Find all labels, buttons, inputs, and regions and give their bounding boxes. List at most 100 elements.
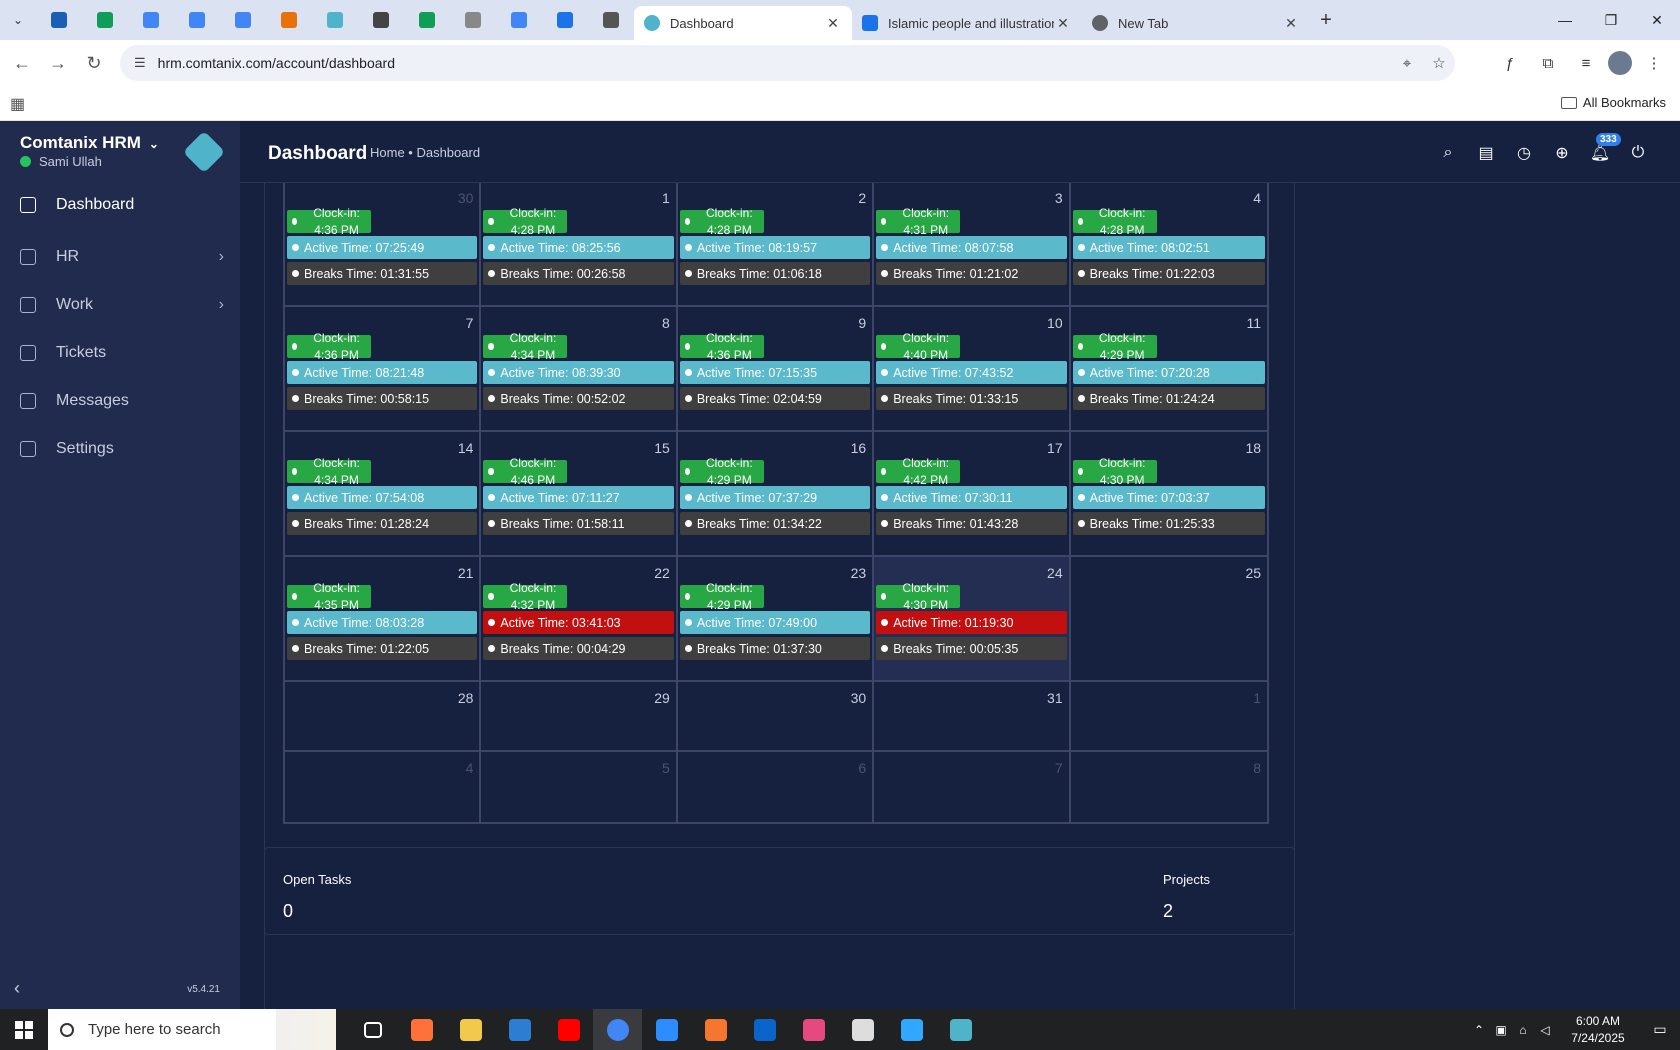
active-time-event[interactable]: Active Time: 07:43:52 xyxy=(876,361,1067,384)
calendar-day-cell[interactable]: 5 xyxy=(481,752,678,822)
forward-icon[interactable]: → xyxy=(40,53,76,74)
calendar-day-cell[interactable]: 3 Clock-in: 4:31 PM Active Time: 08:07:58 B… xyxy=(874,183,1071,305)
bell-icon[interactable]: 🔔︎ 333 xyxy=(1588,133,1621,165)
breaks-time-event[interactable]: Breaks Time: 00:26:58 xyxy=(483,262,674,285)
pinned-tab[interactable] xyxy=(266,0,312,40)
sidebar-item-dashboard[interactable]: Dashboard xyxy=(0,181,240,229)
device-icon[interactable]: ▣ xyxy=(1490,1023,1512,1037)
breaks-time-event[interactable]: Breaks Time: 01:06:18 xyxy=(679,262,871,285)
calendar-day-cell[interactable]: 8 Clock-in: 4:34 PM Active Time: 08:39:30 B… xyxy=(481,307,678,430)
site-info-icon[interactable]: ☰ xyxy=(134,55,146,71)
pinned-tab[interactable] xyxy=(358,0,404,40)
new-tab-button[interactable]: + xyxy=(1310,9,1342,32)
clock-in-event[interactable]: Clock-in: 4:30 PM xyxy=(1072,456,1157,487)
pinned-tab[interactable] xyxy=(496,0,542,40)
calendar-day-cell[interactable]: 31 xyxy=(874,682,1071,750)
calendar-day-cell[interactable]: 11 Clock-in: 4:29 PM Active Time: 07:20:28… xyxy=(1071,307,1267,430)
taskbar-app-icon[interactable] xyxy=(642,1009,691,1050)
pinned-tab[interactable] xyxy=(174,0,220,40)
projects-stat[interactable]: Projects 2 xyxy=(1163,872,1210,922)
active-time-event[interactable]: Active Time: 07:30:11 xyxy=(876,486,1067,509)
collapse-sidebar-icon[interactable]: ‹ xyxy=(14,978,20,999)
brand-switcher[interactable]: Comtanix HRM ⌄ xyxy=(20,133,159,153)
breaks-time-event[interactable]: Breaks Time: 01:37:30 xyxy=(679,637,871,660)
pinned-tab[interactable] xyxy=(36,0,82,40)
chevron-up-icon[interactable]: ⌃ xyxy=(1468,1023,1490,1037)
clock-icon[interactable]: ◷ xyxy=(1512,141,1536,165)
back-icon[interactable]: ← xyxy=(4,53,40,74)
breaks-time-event[interactable]: Breaks Time: 01:28:24 xyxy=(287,512,478,535)
pinned-tab[interactable] xyxy=(312,0,358,40)
taskbar-app-icon[interactable] xyxy=(397,1009,446,1050)
calendar-day-cell[interactable]: 4 Clock-in: 4:28 PM Active Time: 08:02:51 B… xyxy=(1071,183,1267,305)
clock-in-event[interactable]: Clock-in: 4:28 PM xyxy=(679,206,764,237)
taskbar-app-icon[interactable] xyxy=(740,1009,789,1050)
clock-in-event[interactable]: Clock-in: 4:42 PM xyxy=(876,456,961,487)
active-time-event[interactable]: Active Time: 07:20:28 xyxy=(1072,361,1266,384)
profile-avatar[interactable] xyxy=(1608,51,1632,75)
breaks-time-event[interactable]: Breaks Time: 00:52:02 xyxy=(483,387,674,410)
all-bookmarks-button[interactable]: All Bookmarks xyxy=(1560,95,1666,110)
active-time-event[interactable]: Active Time: 07:54:08 xyxy=(287,486,478,509)
pinned-tab[interactable] xyxy=(588,0,634,40)
media-icon[interactable]: ≡ xyxy=(1570,48,1602,78)
task-view-icon[interactable] xyxy=(348,1009,397,1050)
calendar-day-cell[interactable]: 9 Clock-in: 4:36 PM Active Time: 07:15:35 B… xyxy=(678,307,875,430)
clock-in-event[interactable]: Clock-in: 4:30 PM xyxy=(876,581,961,612)
bookmark-star-icon[interactable]: ☆ xyxy=(1423,54,1455,72)
clock-in-event[interactable]: Clock-in: 4:28 PM xyxy=(483,206,568,237)
volume-icon[interactable]: ◁ xyxy=(1534,1023,1556,1037)
active-time-event[interactable]: Active Time: 08:07:58 xyxy=(876,236,1067,259)
sidebar-item-work[interactable]: Work › xyxy=(0,281,240,329)
breaks-time-event[interactable]: Breaks Time: 00:58:15 xyxy=(287,387,478,410)
restore-icon[interactable]: ❐ xyxy=(1588,0,1634,40)
calendar-day-cell[interactable]: 14 Clock-in: 4:34 PM Active Time: 07:54:08… xyxy=(285,432,482,555)
active-time-event[interactable]: Active Time: 07:15:35 xyxy=(679,361,871,384)
taskbar-app-icon[interactable] xyxy=(544,1009,593,1050)
active-time-event[interactable]: Active Time: 07:03:37 xyxy=(1072,486,1266,509)
calendar-day-cell[interactable]: 28 xyxy=(285,682,482,750)
taskbar-app-icon[interactable] xyxy=(446,1009,495,1050)
pinned-tab[interactable] xyxy=(82,0,128,40)
clock-in-event[interactable]: Clock-in: 4:32 PM xyxy=(483,581,568,612)
breaks-time-event[interactable]: Breaks Time: 02:04:59 xyxy=(679,387,871,410)
calendar-day-cell[interactable]: 4 xyxy=(285,752,482,822)
taskbar-app-icon[interactable] xyxy=(691,1009,740,1050)
close-icon[interactable]: ✕ xyxy=(1282,15,1300,32)
calendar-day-cell[interactable]: 30 xyxy=(678,682,875,750)
menu-icon[interactable]: ⋮ xyxy=(1638,48,1670,78)
notes-icon[interactable]: ▤ xyxy=(1474,141,1498,165)
tab-search-button[interactable]: ⌄ xyxy=(0,0,36,40)
calendar-day-cell[interactable]: 15 Clock-in: 4:46 PM Active Time: 07:11:27… xyxy=(481,432,678,555)
breaks-time-event[interactable]: Breaks Time: 01:33:15 xyxy=(876,387,1067,410)
breaks-time-event[interactable]: Breaks Time: 01:34:22 xyxy=(679,512,871,535)
pinned-tab[interactable] xyxy=(220,0,266,40)
tab-dashboard[interactable]: Dashboard ✕ xyxy=(634,6,852,40)
calendar-day-cell[interactable]: 7 Clock-in: 4:36 PM Active Time: 08:21:48 B… xyxy=(285,307,482,430)
url-text[interactable]: hrm.comtanix.com/account/dashboard xyxy=(158,55,1391,71)
taskbar-app-icon[interactable] xyxy=(936,1009,985,1050)
calendar-day-cell[interactable]: 16 Clock-in: 4:29 PM Active Time: 07:37:29… xyxy=(678,432,875,555)
active-time-event[interactable]: Active Time: 07:11:27 xyxy=(483,486,674,509)
close-icon[interactable]: ✕ xyxy=(1054,15,1072,32)
add-icon[interactable]: ⊕ xyxy=(1550,141,1574,165)
active-time-event[interactable]: Active Time: 08:02:51 xyxy=(1072,236,1266,259)
breaks-time-event[interactable]: Breaks Time: 01:58:11 xyxy=(483,512,674,535)
power-icon[interactable]: ⏻ xyxy=(1626,141,1650,165)
clock-in-event[interactable]: Clock-in: 4:36 PM xyxy=(679,331,764,362)
calendar-day-cell[interactable]: 2 Clock-in: 4:28 PM Active Time: 08:19:57 B… xyxy=(678,183,875,305)
sidebar-item-settings[interactable]: Settings xyxy=(0,425,240,473)
extensions-icon[interactable]: ⧉ xyxy=(1532,48,1564,78)
apps-grid-icon[interactable]: ▦ xyxy=(10,94,25,114)
active-time-event[interactable]: Active Time: 08:03:28 xyxy=(287,611,478,634)
breaks-time-event[interactable]: Breaks Time: 01:25:33 xyxy=(1072,512,1266,535)
taskbar-clock[interactable]: 6:00 AM 7/24/2025 xyxy=(1556,1013,1640,1047)
pinned-tab[interactable] xyxy=(404,0,450,40)
clock-in-event[interactable]: Clock-in: 4:28 PM xyxy=(1072,206,1157,237)
calendar-day-cell[interactable]: 7 xyxy=(874,752,1071,822)
location-icon[interactable]: ⌖ xyxy=(1391,55,1423,72)
tab-new-tab[interactable]: New Tab ✕ xyxy=(1082,6,1310,40)
active-time-event[interactable]: Active Time: 08:21:48 xyxy=(287,361,478,384)
breadcrumb[interactable]: Home • Dashboard xyxy=(370,145,480,160)
calendar-day-cell[interactable]: 23 Clock-in: 4:29 PM Active Time: 07:49:00… xyxy=(678,557,875,680)
